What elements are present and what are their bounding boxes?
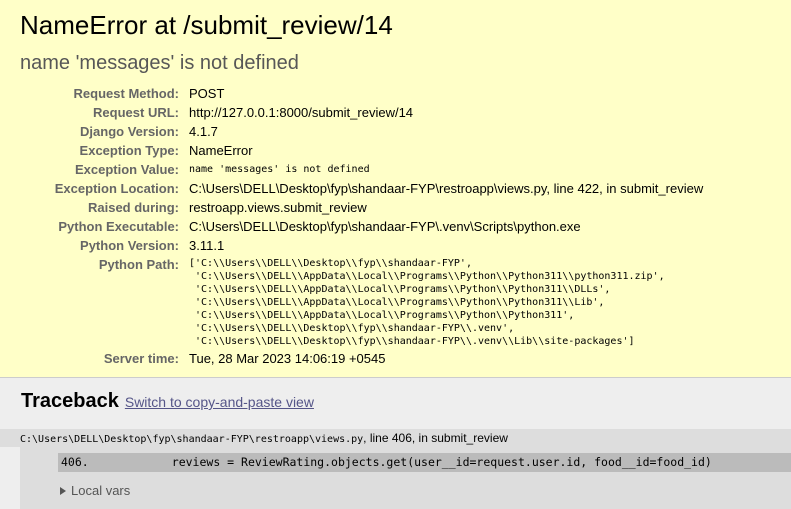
switch-view-link[interactable]: Switch to copy-and-paste view <box>125 394 314 410</box>
caret-right-icon <box>60 487 66 495</box>
meta-label: Python Executable: <box>58 219 179 234</box>
python-path-value: ['C:\\Users\\DELL\\Desktop\\fyp\\shandaa… <box>189 257 665 348</box>
frame-filename: C:\Users\DELL\Desktop\fyp\shandaar-FYP\r… <box>20 434 364 445</box>
python-path-line: 'C:\\Users\\DELL\\AppData\\Local\\Progra… <box>189 297 605 308</box>
python-path-line: 'C:\\Users\\DELL\\AppData\\Local\\Progra… <box>189 284 611 295</box>
traceback-section: Traceback Switch to copy-and-paste view C… <box>0 378 791 509</box>
meta-row: Request URL: http://127.0.0.1:8000/submit… <box>0 105 791 121</box>
error-message: name 'messages' is not defined <box>20 52 299 74</box>
python-path-line: 'C:\\Users\\DELL\\Desktop\\fyp\\shandaar… <box>189 336 635 347</box>
python-path-line: 'C:\\Users\\DELL\\AppData\\Local\\Progra… <box>189 271 665 282</box>
meta-value: NameError <box>189 143 253 158</box>
context-line[interactable]: 406. reviews = ReviewRating.objects.get(… <box>58 453 791 472</box>
meta-row: Python Version: 3.11.1 <box>0 238 791 254</box>
python-path-line: 'C:\\Users\\DELL\\Desktop\\fyp\\shandaar… <box>189 323 515 334</box>
frame-context: 406. reviews = ReviewRating.objects.get(… <box>20 447 791 509</box>
meta-label: Server time: <box>103 351 179 366</box>
meta-label: Python Path: <box>98 257 179 272</box>
meta-row: Exception Location: C:\Users\DELL\Desktop… <box>0 181 791 197</box>
context-line-number: 406. <box>61 455 89 469</box>
meta-row: Exception Value: name 'messages' is not d… <box>0 162 791 178</box>
meta-row: Python Executable: C:\Users\DELL\Desktop\… <box>0 219 791 235</box>
meta-value: restroapp.views.submit_review <box>189 200 367 215</box>
meta-row: Raised during: restroapp.views.submit_rev… <box>0 200 791 216</box>
meta-row: Django Version: 4.1.7 <box>0 124 791 140</box>
meta-value: POST <box>189 86 225 101</box>
meta-label: Django Version: <box>80 124 179 139</box>
meta-value: C:\Users\DELL\Desktop\fyp\shandaar-FYP\r… <box>189 181 704 196</box>
meta-label: Raised during: <box>87 200 179 215</box>
meta-row: Exception Type: NameError <box>0 143 791 159</box>
meta-value: 3.11.1 <box>189 238 225 253</box>
meta-row-server-time: Server time: Tue, 28 Mar 2023 14:06:19 +… <box>0 351 791 367</box>
meta-value: C:\Users\DELL\Desktop\fyp\shandaar-FYP\.… <box>189 219 581 234</box>
meta-label: Exception Type: <box>79 143 179 158</box>
traceback-heading: Traceback Switch to copy-and-paste view <box>21 389 314 414</box>
meta-label: Request Method: <box>73 86 179 101</box>
error-summary: NameError at /submit_review/14 name 'mes… <box>0 0 791 378</box>
frame-header: C:\Users\DELL\Desktop\fyp\shandaar-FYP\r… <box>0 429 791 447</box>
meta-label: Exception Location: <box>54 181 179 196</box>
meta-label: Request URL: <box>93 105 179 120</box>
frame-location: , line 406, in submit_review <box>363 431 508 445</box>
meta-value: 4.1.7 <box>189 124 218 139</box>
meta-value: name 'messages' is not defined <box>189 164 370 175</box>
python-path-line: ['C:\\Users\\DELL\\Desktop\\fyp\\shandaa… <box>189 258 472 269</box>
meta-value: http://127.0.0.1:8000/submit_review/14 <box>189 105 414 120</box>
meta-value: Tue, 28 Mar 2023 14:06:19 +0545 <box>189 351 386 366</box>
error-title: NameError at /submit_review/14 <box>20 10 393 40</box>
meta-label: Exception Value: <box>74 162 179 177</box>
python-path-line: 'C:\\Users\\DELL\\AppData\\Local\\Progra… <box>189 310 575 321</box>
local-vars-label: Local vars <box>71 483 131 498</box>
local-vars-toggle[interactable]: Local vars <box>60 483 130 499</box>
traceback-title: Traceback <box>21 390 119 412</box>
meta-label: Python Version: <box>80 238 179 253</box>
meta-row: Request Method: POST <box>0 86 791 102</box>
context-line-code: reviews = ReviewRating.objects.get(user_… <box>88 455 712 469</box>
